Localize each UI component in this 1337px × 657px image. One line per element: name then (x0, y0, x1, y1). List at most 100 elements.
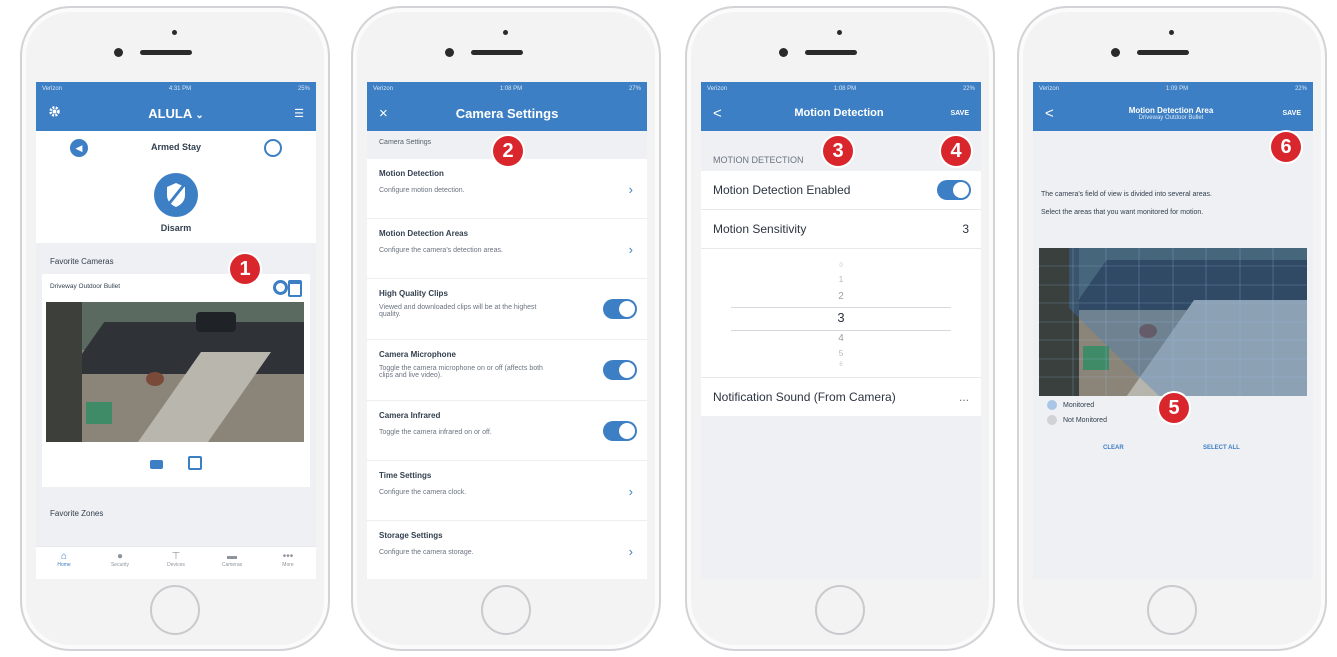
row-title: Storage Settings (379, 531, 443, 540)
battery: 27% (628, 85, 641, 92)
settings-row-detection-areas[interactable]: Motion Detection Areas Configure the cam… (367, 219, 647, 279)
chevron-right-icon: › (628, 543, 633, 559)
clips-library-icon[interactable] (188, 456, 202, 470)
not-monitored-swatch (1047, 415, 1057, 425)
clock: 1:09 PM (1165, 85, 1189, 92)
sensor-dot (503, 30, 508, 35)
detection-area-grid[interactable] (1039, 248, 1307, 396)
sensitivity-label: Motion Sensitivity (713, 222, 807, 236)
motion-enabled-toggle[interactable] (937, 180, 971, 200)
tab-security[interactable]: ● Security (92, 547, 148, 579)
row-desc: Viewed and downloaded clips will be at t… (379, 304, 537, 318)
row-desc: Configure the camera storage. (379, 549, 474, 556)
row-title: Camera Microphone (379, 350, 456, 359)
gear-icon[interactable] (48, 105, 70, 122)
row-desc: Configure the camera's detection areas. (379, 247, 503, 254)
settings-row-storage-settings[interactable]: Storage Settings Configure the camera st… (367, 521, 647, 579)
row-desc: Configure the camera clock. (379, 489, 467, 496)
picker-option: 1 (838, 275, 844, 284)
step-badge-4: 4 (941, 136, 971, 166)
status-bar: Verizon 1:08 PM 22% (701, 82, 981, 95)
save-button[interactable]: SAVE (1275, 110, 1301, 117)
save-button[interactable]: SAVE (943, 110, 969, 117)
tab-bar: ⌂ Home ● Security ⊤ Devices ▬ Cameras ••• Mor… (36, 546, 316, 579)
clear-button[interactable]: CLEAR (1103, 445, 1124, 451)
tab-cameras[interactable]: ▬ Cameras (204, 547, 260, 579)
row-title: High Quality Clips (379, 289, 448, 298)
home-button[interactable] (1147, 585, 1197, 635)
navbar: < Motion Detection Area Driveway Outdoor… (1033, 95, 1313, 131)
select-all-button[interactable]: SELECT ALL (1203, 445, 1240, 451)
picker-selected: 3 (837, 310, 845, 325)
settings-row-camera-microphone: Camera Microphone Toggle the camera micr… (367, 340, 647, 401)
navbar: × Camera Settings (367, 95, 647, 131)
page-title: Motion Detection (794, 107, 884, 119)
settings-row-motion-detection[interactable]: Motion Detection Configure motion detect… (367, 159, 647, 219)
earpiece (471, 50, 523, 55)
home-button[interactable] (815, 585, 865, 635)
camera-microphone-toggle[interactable] (603, 360, 637, 380)
phone-2: Verizon 1:08 PM 27% × Camera Settings Ca… (351, 6, 661, 651)
page-title: Camera Settings (455, 105, 559, 121)
disarm-label: Disarm (160, 223, 192, 233)
phone-1: Verizon 4:31 PM 25% ALULA ⌄ ☰ ◀ Armed St… (20, 6, 330, 651)
back-icon[interactable]: < (1045, 105, 1067, 122)
back-icon[interactable]: < (713, 105, 735, 122)
sensitivity-picker[interactable]: 0 1 2 3 4 5 6 (701, 249, 981, 378)
picker-option: 5 (838, 349, 844, 358)
carrier: Verizon (1039, 85, 1060, 92)
camera-live-view[interactable] (46, 302, 304, 442)
camera-card: Driveway Outdoor Bullet (42, 274, 310, 487)
chevron-right-icon: › (628, 181, 633, 197)
picker-option: 6 (839, 362, 843, 368)
phone-3: Verizon 1:08 PM 22% < Motion Detection S… (685, 6, 995, 651)
settings-row-time-settings[interactable]: Time Settings Configure the camera clock… (367, 461, 647, 521)
sensitivity-row[interactable]: Motion Sensitivity 3 (701, 210, 981, 249)
home-button[interactable] (150, 585, 200, 635)
close-icon[interactable]: × (379, 105, 401, 122)
more-icon: ••• (282, 551, 294, 562)
sensor-dot (1169, 30, 1174, 35)
step-badge-1: 1 (230, 254, 260, 284)
camera-icon: ▬ (227, 551, 237, 562)
favorite-zones-heading: Favorite Zones (50, 509, 104, 518)
camera-name: Driveway Outdoor Bullet (50, 283, 121, 290)
high-quality-clips-toggle[interactable] (603, 299, 637, 319)
carrier: Verizon (707, 85, 728, 92)
sensitivity-value: 3 (962, 222, 969, 236)
legend-not-monitored-label: Not Monitored (1063, 416, 1107, 424)
earpiece (140, 50, 192, 55)
tab-devices[interactable]: ⊤ Devices (148, 547, 204, 579)
front-camera (1111, 48, 1120, 57)
devices-icon: ⊤ (171, 551, 181, 562)
home-button[interactable] (481, 585, 531, 635)
screen-home: Verizon 4:31 PM 25% ALULA ⌄ ☰ ◀ Armed St… (36, 82, 316, 579)
battery: 22% (962, 85, 975, 92)
disarm-button[interactable] (154, 173, 198, 217)
front-camera (779, 48, 788, 57)
calendar-icon[interactable] (288, 280, 302, 297)
motion-enabled-label: Motion Detection Enabled (713, 183, 851, 197)
page-title-block: Motion Detection Area Driveway Outdoor B… (1067, 106, 1275, 121)
mode-panel: ◀ Armed Stay Disarm (36, 131, 316, 243)
clock: 4:31 PM (168, 85, 192, 92)
notification-sound-row[interactable]: Notification Sound (From Camera) ... (701, 378, 981, 416)
clock-icon[interactable] (264, 139, 282, 157)
camera-infrared-toggle[interactable] (603, 420, 637, 441)
monitored-swatch (1047, 400, 1057, 410)
row-title: Time Settings (379, 471, 432, 480)
carrier: Verizon (373, 85, 394, 92)
filter-icon[interactable]: ☰ (282, 107, 304, 120)
shield-slash-icon (166, 183, 186, 207)
navbar: < Motion Detection SAVE (701, 95, 981, 131)
clock: 1:08 PM (499, 85, 523, 92)
record-clip-icon[interactable] (150, 460, 163, 469)
camera-settings-icon[interactable] (273, 280, 288, 295)
chevron-down-icon[interactable]: ⌄ (195, 110, 203, 121)
app-title[interactable]: ALULA ⌄ (70, 106, 282, 121)
tab-more[interactable]: ••• More (260, 547, 316, 579)
earpiece (805, 50, 857, 55)
tab-home[interactable]: ⌂ Home (36, 547, 92, 579)
step-badge-2: 2 (493, 136, 523, 166)
sensor-dot (172, 30, 177, 35)
